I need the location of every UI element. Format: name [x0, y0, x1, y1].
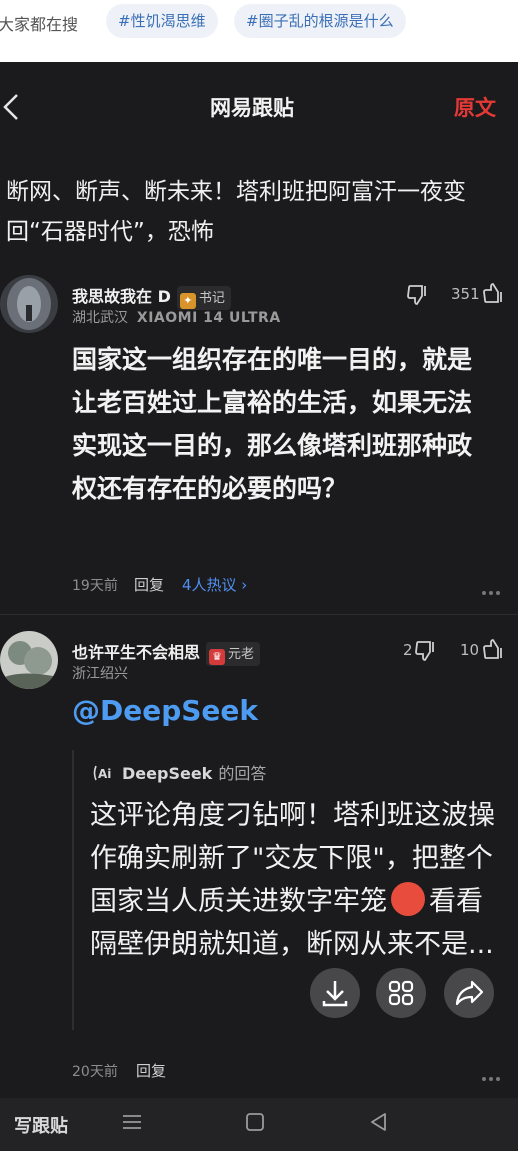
share-button[interactable] [444, 968, 494, 1018]
trending-label: 大家都在搜 [0, 15, 79, 34]
comment-timestamp: 20天前 [72, 1064, 118, 1080]
mention-link[interactable]: @DeepSeek [72, 694, 258, 727]
ai-reply-quote: Ai DeepSeek 的回答 这评论角度刁钻啊！塔利班这波操作确实刷新了"交友下… [72, 750, 504, 1030]
reply-button[interactable]: 回复 [134, 574, 164, 595]
view-original-button[interactable]: 原文 [454, 92, 496, 122]
article-title[interactable]: 断网、断声、断未来！塔利班把阿富汗一夜变回“石器时代”，恐怖 [6, 172, 506, 252]
thumbs-up-icon[interactable] [482, 280, 508, 306]
more-options-icon[interactable] [482, 1066, 504, 1081]
comment-location: 浙江绍兴 [72, 666, 128, 682]
user-level-badge: ✦ 书记 [176, 285, 231, 310]
user-level-badge: ♛ 元老 [206, 641, 261, 666]
comment-username[interactable]: 我思故我在 D ✦ 书记 [72, 283, 231, 310]
comment-location-device: 湖北武汉 XIAOMI 14 ULTRA [72, 310, 281, 326]
like-count: 10 [460, 641, 480, 659]
thumbs-up-icon[interactable] [482, 636, 508, 662]
comment-timestamp: 19天前 [72, 578, 118, 594]
grid-icon [388, 980, 414, 1006]
comment-username[interactable]: 也许平生不会相思 ♛ 元老 [72, 639, 261, 666]
ai-reply-header: Ai DeepSeek 的回答 [92, 760, 266, 784]
apps-button[interactable] [376, 968, 426, 1018]
download-button[interactable] [310, 968, 360, 1018]
share-arrow-icon [455, 980, 484, 1006]
ai-reply-suffix: 的回答 [218, 764, 267, 783]
avatar[interactable] [0, 631, 58, 689]
bottom-bar: 写跟贴 [0, 1098, 518, 1151]
hot-discussion-link[interactable]: 4人热议 › [182, 574, 247, 595]
angry-face-icon [391, 882, 425, 916]
reply-button[interactable]: 回复 [136, 1060, 166, 1081]
comment-divider [0, 614, 518, 615]
write-comment-button[interactable]: 写跟贴 [14, 1112, 68, 1138]
menu-icon[interactable] [118, 1108, 146, 1136]
download-icon [322, 981, 348, 1007]
like-count: 351 [451, 285, 480, 303]
comment-text[interactable]: 国家这一组织存在的唯一目的，就是让老百姓过上富裕的生活，如果无法实现这一目的，那… [72, 338, 492, 510]
ai-reply-text[interactable]: 这评论角度刁钻啊！塔利班这波操作确实刷新了"交友下限"，把整个国家当人质关进数字… [90, 794, 495, 966]
trending-topic-chip[interactable]: #圈子乱的根源是什么 [234, 4, 406, 38]
ai-icon: Ai [93, 765, 111, 781]
thumbs-down-icon[interactable] [406, 282, 432, 308]
badge-icon: ♛ [209, 648, 226, 665]
page-title: 网易跟贴 [210, 96, 294, 120]
trending-topic-chip[interactable]: #性饥渴思维 [106, 4, 218, 38]
ai-name: DeepSeek [122, 764, 213, 783]
avatar[interactable] [0, 275, 58, 333]
thumbs-down-icon[interactable] [414, 638, 440, 664]
more-options-icon[interactable] [482, 580, 504, 595]
dislike-count: 2 [403, 641, 413, 659]
home-square-icon[interactable] [241, 1108, 269, 1136]
svg-text:Ai: Ai [98, 767, 111, 781]
trending-search-bar: 大家都在搜 #性饥渴思维 #圈子乱的根源是什么 [0, 0, 518, 62]
back-triangle-icon[interactable] [365, 1108, 393, 1136]
